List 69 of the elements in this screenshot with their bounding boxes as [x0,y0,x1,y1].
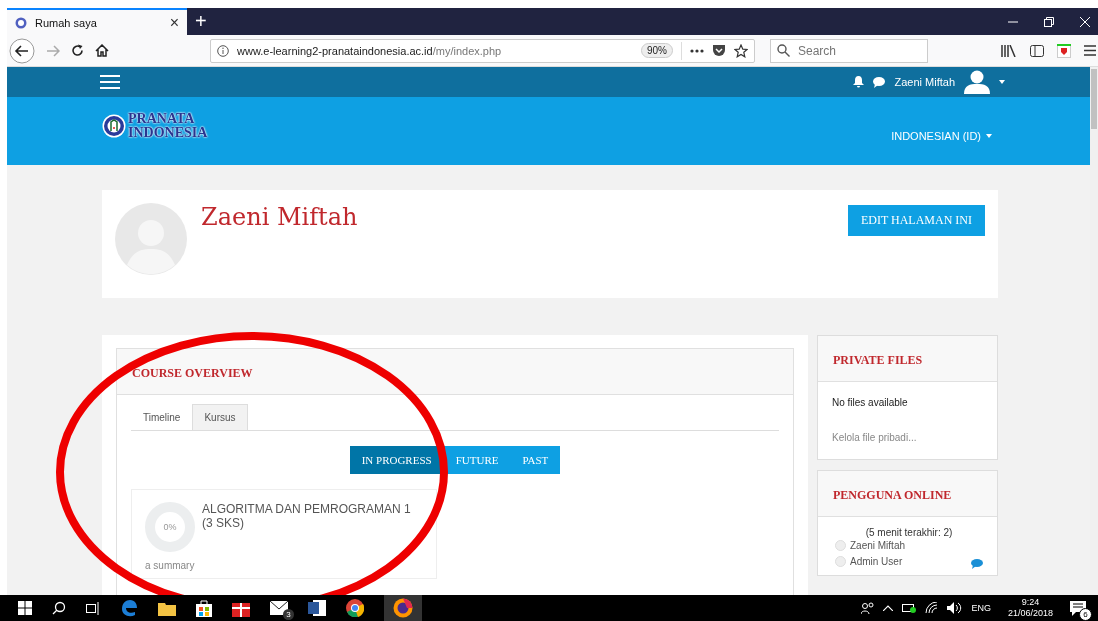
clock-date[interactable]: 21/06/2018 [1007,608,1053,619]
task-view-icon[interactable] [86,601,100,615]
library-icon[interactable] [1001,44,1017,57]
block-title: PRIVATE FILES [833,353,923,367]
online-period: (5 menit terakhir: 2) [864,527,954,538]
sidebar-icon[interactable] [1030,44,1044,57]
site-icon [15,16,27,29]
mail-badge: 3 [283,609,294,620]
block-title: PENGGUNA ONLINE [833,488,952,502]
user-avatar-icon[interactable] [964,70,990,95]
star-icon[interactable] [734,43,748,58]
course-title[interactable]: ALGORITMA DAN PEMROGRAMAN 1 (3 SKS) [202,502,423,552]
menu-icon[interactable] [1084,45,1096,56]
edge-browser-icon[interactable] [120,599,138,617]
info-icon [217,44,229,57]
wifi-icon[interactable] [925,602,939,614]
bell-icon[interactable] [853,76,865,89]
message-icon[interactable] [971,559,983,569]
clock-time[interactable]: 9:24 [1021,597,1040,608]
new-tab-button[interactable]: + [195,10,207,33]
home-icon[interactable] [95,44,109,57]
block-title: COURSE OVERVIEW [132,366,253,380]
tab[interactable]: Kursus [192,404,248,430]
tab[interactable]: Timeline [131,404,193,430]
chat-icon[interactable] [873,76,886,88]
chevron-up-icon[interactable] [883,605,894,611]
input-language[interactable]: ENG [971,603,991,613]
progress-text: 0% [163,522,177,532]
more-icon[interactable] [690,48,704,53]
profile-name: Zaeni Miftah [201,203,358,231]
user-icon [835,540,846,551]
store-bag-icon[interactable] [196,599,212,617]
back-icon[interactable] [9,37,35,64]
zoom-level[interactable]: 90% [641,43,673,58]
address-bar[interactable]: www.e-learning2-pranataindonesia.ac.id/my/index.php 90% [210,38,755,63]
user-icon [835,555,846,567]
chrome-icon[interactable] [346,599,364,617]
empty-message: No files available [832,397,909,408]
online-user[interactable]: Admin User [850,555,903,567]
folder-icon[interactable] [158,600,176,616]
logo-text: INDONESIA [128,126,208,141]
restore-icon[interactable] [1044,16,1054,27]
firefox-icon[interactable] [393,598,413,618]
speaker-icon[interactable] [947,602,963,614]
windows-start-icon[interactable] [18,601,32,615]
mail-icon[interactable] [270,601,288,615]
browser-tab[interactable]: Rumah saya × [7,8,187,35]
close-tab-icon[interactable]: × [169,13,179,32]
search-icon[interactable] [52,601,66,615]
search-field[interactable]: Search [770,38,928,63]
caret-icon[interactable] [999,80,1005,85]
user-name[interactable]: Zaeni Miftah [894,76,955,89]
people-icon[interactable] [861,602,875,614]
close-icon[interactable] [1080,16,1090,27]
pocket-icon[interactable] [712,44,726,57]
logo-text: PRANATA [128,112,196,127]
manage-files-link[interactable]: Kelola file pribadi... [832,432,983,443]
course-summary: a summary [145,560,196,571]
online-user[interactable]: Zaeni Miftah [850,540,906,551]
shield-extension-icon[interactable] [1057,43,1071,58]
search-input[interactable]: Search [796,42,920,59]
word-icon[interactable] [308,600,326,616]
tab-title: Rumah saya [35,16,98,29]
battery-icon[interactable] [902,603,917,613]
search-icon [777,44,790,57]
logo-emblem-icon [102,114,126,139]
reload-icon[interactable] [71,44,84,57]
url-text: www.e-learning2-pranataindonesia.ac.id/my/index.php [237,44,503,57]
caret-icon [986,134,992,139]
